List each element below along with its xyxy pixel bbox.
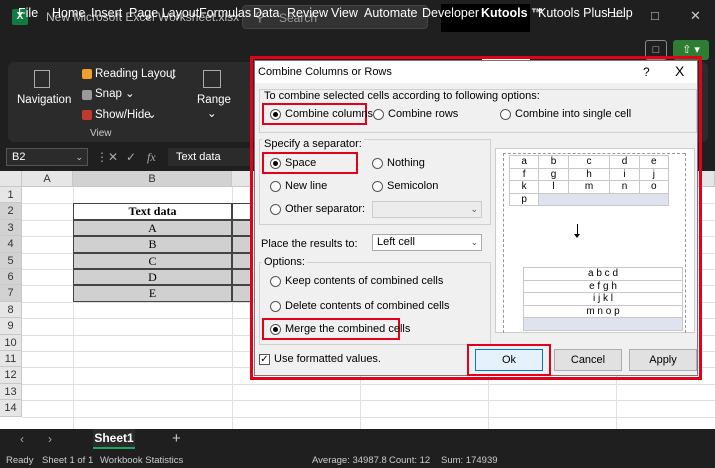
row-header[interactable]: 13 bbox=[0, 383, 22, 401]
row-header[interactable]: 11 bbox=[0, 351, 22, 368]
cell-b6[interactable]: D bbox=[73, 269, 232, 286]
name-box[interactable]: B2 ⌄ bbox=[6, 148, 88, 166]
insert-function-icon[interactable]: fx bbox=[147, 150, 156, 165]
gridline bbox=[22, 416, 715, 418]
cell-b5[interactable]: C bbox=[73, 252, 232, 269]
chevron-down-icon[interactable]: ⌄ bbox=[75, 149, 83, 165]
add-sheet-icon[interactable]: + bbox=[172, 430, 181, 447]
next-sheet-icon[interactable]: › bbox=[48, 432, 52, 446]
cell-b4[interactable]: B bbox=[73, 236, 232, 253]
menu-home[interactable]: Home bbox=[52, 6, 85, 20]
cell-c4[interactable] bbox=[232, 236, 252, 253]
row-header[interactable]: 7 bbox=[0, 285, 22, 302]
cell-b7[interactable]: E bbox=[73, 285, 232, 302]
chevron-down-icon[interactable]: ⌄ bbox=[125, 86, 135, 100]
formula-input[interactable]: Text data bbox=[168, 148, 258, 166]
menu-page-layout[interactable]: Page Layout bbox=[129, 6, 199, 20]
snap-button[interactable]: Snap bbox=[95, 88, 122, 100]
menu-file[interactable]: File bbox=[18, 6, 38, 20]
menu-developer[interactable]: Developer bbox=[422, 6, 479, 20]
row-header[interactable]: 4 bbox=[0, 236, 22, 253]
gridline bbox=[22, 383, 715, 385]
status-average: Average: 34987.8 bbox=[312, 455, 387, 466]
confirm-entry-icon[interactable]: ✓ bbox=[126, 150, 136, 164]
row-header[interactable]: 12 bbox=[0, 367, 22, 384]
cell-c7[interactable] bbox=[232, 285, 252, 302]
previous-sheet-icon[interactable]: ‹ bbox=[20, 432, 24, 446]
cell-b2[interactable]: Text data bbox=[73, 203, 232, 220]
status-count: Count: 12 bbox=[389, 455, 431, 466]
status-ready: Ready bbox=[6, 455, 34, 466]
menu-automate[interactable]: Automate bbox=[364, 6, 418, 20]
status-sum: Sum: 174939 bbox=[441, 455, 498, 466]
row-header[interactable]: 9 bbox=[0, 318, 22, 335]
show-hide-button[interactable]: Show/Hide bbox=[95, 109, 151, 121]
row-header[interactable]: 6 bbox=[0, 269, 22, 286]
select-all-corner[interactable] bbox=[0, 171, 22, 187]
dialog-highlight-frame bbox=[250, 56, 702, 380]
column-header-a[interactable]: A bbox=[22, 171, 73, 187]
menu-data[interactable]: Data bbox=[253, 6, 279, 20]
range-button[interactable]: Range bbox=[197, 94, 231, 106]
gridline bbox=[22, 400, 715, 402]
row-header[interactable]: 8 bbox=[0, 301, 22, 319]
cell-b3[interactable]: A bbox=[73, 219, 232, 237]
menu-insert[interactable]: Insert bbox=[91, 6, 122, 20]
chevron-down-icon[interactable]: ⌄ bbox=[168, 68, 178, 82]
menu-kutools-plus[interactable]: Kutools Plus bbox=[538, 6, 607, 20]
maximize-icon[interactable]: □ bbox=[651, 8, 659, 23]
menu-kutools[interactable]: Kutools ™ bbox=[481, 6, 544, 20]
menu-help[interactable]: Help bbox=[607, 6, 633, 20]
row-header[interactable]: 3 bbox=[0, 219, 22, 237]
cell-c5[interactable] bbox=[232, 252, 252, 269]
chevron-down-icon[interactable]: ⌄ bbox=[147, 107, 157, 121]
snap-icon bbox=[82, 90, 92, 100]
name-box-value: B2 bbox=[12, 151, 26, 163]
range-icon[interactable] bbox=[203, 70, 221, 88]
row-header[interactable]: 2 bbox=[0, 203, 22, 220]
row-header[interactable]: 5 bbox=[0, 252, 22, 269]
menu-formulas[interactable]: Formulas bbox=[199, 6, 251, 20]
cell-c2[interactable] bbox=[232, 203, 252, 220]
menu-review[interactable]: Review bbox=[287, 6, 328, 20]
navigation-icon[interactable] bbox=[34, 70, 50, 88]
cell-c6[interactable] bbox=[232, 269, 252, 286]
close-window-icon[interactable]: ✕ bbox=[690, 8, 701, 24]
row-header[interactable]: 1 bbox=[0, 187, 22, 204]
show-hide-icon bbox=[82, 110, 92, 120]
menu-view[interactable]: View bbox=[331, 6, 358, 20]
row-header[interactable]: 10 bbox=[0, 334, 22, 351]
ribbon-group-view: View bbox=[90, 128, 112, 139]
more-options-icon: ⋮ bbox=[96, 150, 108, 164]
reading-layout-icon bbox=[82, 69, 92, 79]
navigation-button[interactable]: Navigation bbox=[17, 94, 71, 106]
workbook-statistics[interactable]: Workbook Statistics bbox=[100, 455, 183, 466]
reading-layout-button[interactable]: Reading Layout bbox=[95, 68, 176, 80]
chevron-down-icon[interactable]: ⌄ bbox=[207, 106, 217, 120]
row-header[interactable]: 14 bbox=[0, 400, 22, 417]
cancel-entry-icon[interactable]: ✕ bbox=[108, 150, 118, 164]
cell-c3[interactable] bbox=[232, 219, 252, 237]
status-sheet-count: Sheet 1 of 1 bbox=[42, 455, 94, 466]
sheet-tab[interactable]: Sheet1 bbox=[93, 429, 135, 449]
column-header-b[interactable]: B bbox=[73, 171, 232, 187]
